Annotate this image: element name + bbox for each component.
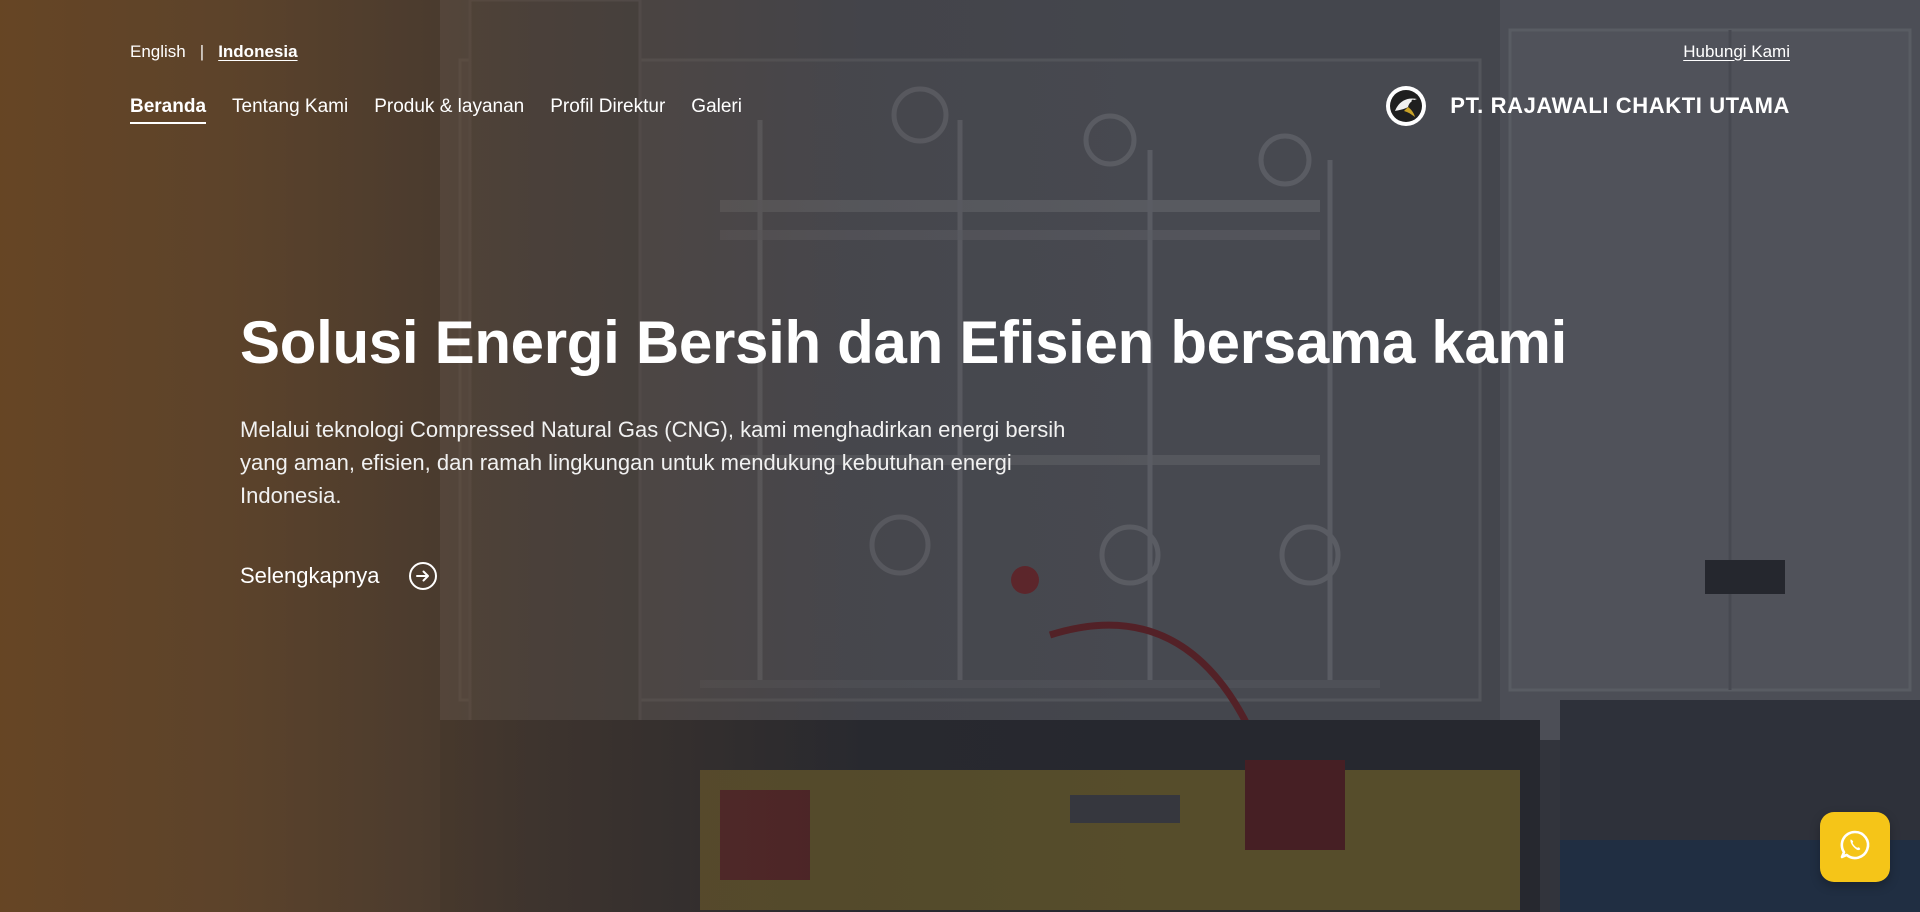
brand-name: PT. RAJAWALI CHAKTI UTAMA <box>1450 93 1790 118</box>
hero-description: Melalui teknologi Compressed Natural Gas… <box>240 417 1066 508</box>
nav-item-produk-layanan[interactable]: Produk & layanan <box>374 96 524 124</box>
hero-section: English | Indonesia Hubungi Kami Beranda… <box>0 0 1920 912</box>
lang-english-link[interactable]: English <box>130 42 186 62</box>
brand[interactable]: PT. RAJAWALI CHAKTI UTAMA <box>1386 86 1790 126</box>
nav-item-tentang-kami[interactable]: Tentang Kami <box>232 96 348 124</box>
language-switcher: English | Indonesia <box>130 42 298 62</box>
whatsapp-icon <box>1838 828 1872 867</box>
read-more-label: Selengkapnya <box>240 563 380 588</box>
hero-content: Solusi Energi Bersih dan Efisien bersama… <box>240 308 1567 590</box>
main-nav: Beranda Tentang Kami Produk & layanan Pr… <box>130 96 742 124</box>
arrow-right-circle-icon <box>409 562 438 590</box>
nav-item-beranda[interactable]: Beranda <box>130 96 207 124</box>
hero-title: Solusi Energi Bersih dan Efisien bersama… <box>240 309 1567 376</box>
lang-indonesia-link[interactable]: Indonesia <box>218 42 297 62</box>
lang-separator: | <box>199 42 205 61</box>
read-more-button[interactable]: Selengkapnya <box>240 562 438 590</box>
eagle-logo-icon <box>1386 86 1427 126</box>
nav-item-profil-direktur[interactable]: Profil Direktur <box>550 96 665 124</box>
contact-us-link[interactable]: Hubungi Kami <box>1683 42 1790 62</box>
whatsapp-chat-button[interactable] <box>1820 812 1890 882</box>
nav-item-galeri[interactable]: Galeri <box>691 96 742 124</box>
